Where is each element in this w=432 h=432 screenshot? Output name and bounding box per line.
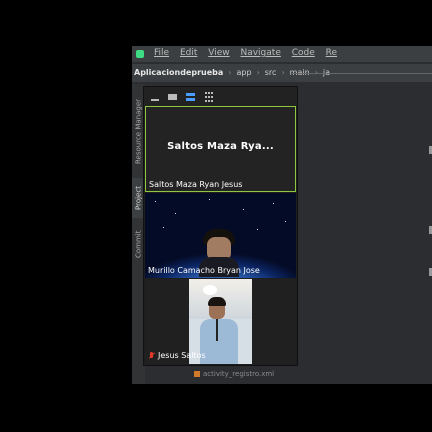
file-name: activity_registro.xml: [203, 370, 275, 378]
video-tile-jesus-saltos[interactable]: Jesus Saltos: [145, 279, 296, 364]
menu-code[interactable]: Code: [292, 48, 315, 58]
breadcrumb-project[interactable]: Aplicaciondeprueba: [134, 68, 223, 77]
menu-navigate[interactable]: Navigate: [240, 48, 280, 58]
participant-name-label: Jesus Saltos: [158, 351, 206, 360]
participant-display-name: Saltos Maza Rya...: [167, 141, 274, 152]
xml-file-icon: [194, 371, 200, 377]
view-toolbar: [144, 87, 297, 106]
menu-edit[interactable]: Edit: [180, 48, 197, 58]
video-tile-murillo-camacho[interactable]: Murillo Camacho Bryan Jose: [145, 193, 296, 278]
gallery-view-icon[interactable]: [203, 91, 215, 103]
breadcrumb-src[interactable]: src: [265, 68, 277, 77]
menu-refactor[interactable]: Re: [326, 48, 337, 58]
android-studio-logo-icon: [136, 50, 144, 58]
minimize-icon[interactable]: [149, 91, 161, 103]
zoom-floating-video-panel: Saltos Maza Rya... Saltos Maza Ryan Jesu…: [143, 86, 298, 366]
breadcrumb: Aplicaciondeprueba›app›src›main›ja: [132, 64, 432, 82]
menu-file[interactable]: File: [154, 48, 169, 58]
thumbnail-icon[interactable]: [166, 91, 178, 103]
breadcrumb-app[interactable]: app: [237, 68, 252, 77]
video-tile-saltos-maza[interactable]: Saltos Maza Rya... Saltos Maza Ryan Jesu…: [145, 106, 296, 192]
participant-name-label: Saltos Maza Ryan Jesus: [149, 180, 243, 189]
breadcrumb-divider: [292, 73, 432, 74]
participant-name-label: Murillo Camacho Bryan Jose: [148, 266, 260, 275]
participant-name-row: Jesus Saltos: [148, 351, 206, 360]
menu-view[interactable]: View: [208, 48, 229, 58]
mic-muted-icon: [148, 351, 155, 360]
menu-bar: File Edit View Navigate Code Re: [132, 46, 432, 62]
speaker-view-icon[interactable]: [184, 91, 196, 103]
file-item[interactable]: activity_registro.xml: [194, 370, 274, 378]
